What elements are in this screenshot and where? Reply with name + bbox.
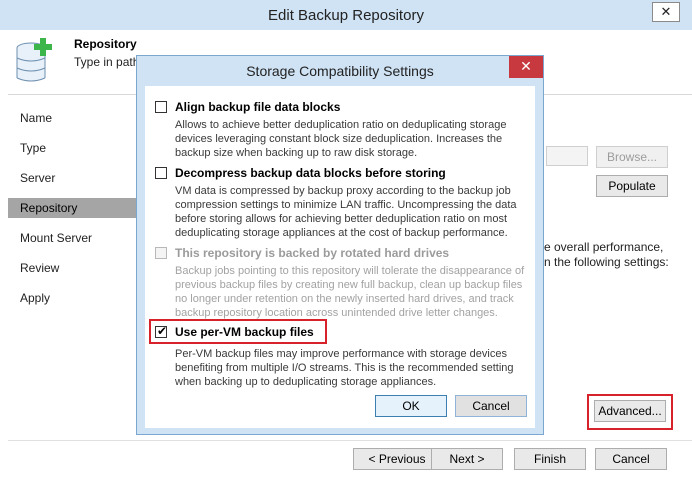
wizard-steps-nav: Name Type Server Repository Mount Server… <box>8 95 136 425</box>
storage-compatibility-dialog: Storage Compatibility Settings ✕ Align b… <box>136 55 544 435</box>
previous-button[interactable]: < Previous <box>353 448 441 470</box>
nav-item-name[interactable]: Name <box>8 108 136 128</box>
rotated-drives-description: Backup jobs pointing to this repository … <box>175 265 525 319</box>
nav-item-type[interactable]: Type <box>8 138 136 158</box>
decompress-description: VM data is compressed by backup proxy ac… <box>175 185 517 239</box>
rotated-drives-checkbox <box>155 247 167 259</box>
ok-button[interactable]: OK <box>375 395 447 417</box>
browse-button[interactable]: Browse... <box>596 146 668 168</box>
footer-divider <box>8 440 692 441</box>
finish-button[interactable]: Finish <box>514 448 586 470</box>
next-button[interactable]: Next > <box>431 448 503 470</box>
cancel-button[interactable]: Cancel <box>595 448 667 470</box>
performance-text-line1: e overall performance, <box>544 240 664 254</box>
dialog-title: Storage Compatibility Settings <box>246 63 434 79</box>
per-vm-label[interactable]: Use per-VM backup files <box>175 325 314 339</box>
decompress-checkbox[interactable] <box>155 167 167 179</box>
database-add-icon <box>16 38 52 82</box>
nav-item-mount-server[interactable]: Mount Server <box>8 228 136 248</box>
decompress-label[interactable]: Decompress backup data blocks before sto… <box>175 166 446 180</box>
header-title: Repository <box>74 37 137 51</box>
nav-item-repository[interactable]: Repository <box>8 198 136 218</box>
per-vm-description: Per-VM backup files may improve performa… <box>175 348 514 388</box>
window-close-button[interactable]: ✕ <box>652 2 680 22</box>
align-blocks-description: Allows to achieve better deduplication r… <box>175 119 507 159</box>
align-blocks-checkbox[interactable] <box>155 101 167 113</box>
populate-button[interactable]: Populate <box>596 175 668 197</box>
per-vm-checkbox[interactable] <box>155 324 167 338</box>
align-blocks-label[interactable]: Align backup file data blocks <box>175 100 340 114</box>
dialog-body: Align backup file data blocks Allows to … <box>145 86 535 428</box>
performance-text-line2: n the following settings: <box>544 255 669 269</box>
nav-item-apply[interactable]: Apply <box>8 288 136 308</box>
nav-item-review[interactable]: Review <box>8 258 136 278</box>
nav-item-server[interactable]: Server <box>8 168 136 188</box>
window-title: Edit Backup Repository <box>0 0 692 30</box>
dialog-cancel-button[interactable]: Cancel <box>455 395 527 417</box>
advanced-button[interactable]: Advanced... <box>594 400 666 422</box>
rotated-drives-label: This repository is backed by rotated har… <box>175 246 450 260</box>
dialog-close-button[interactable]: ✕ <box>509 56 543 78</box>
path-input[interactable] <box>546 146 588 166</box>
